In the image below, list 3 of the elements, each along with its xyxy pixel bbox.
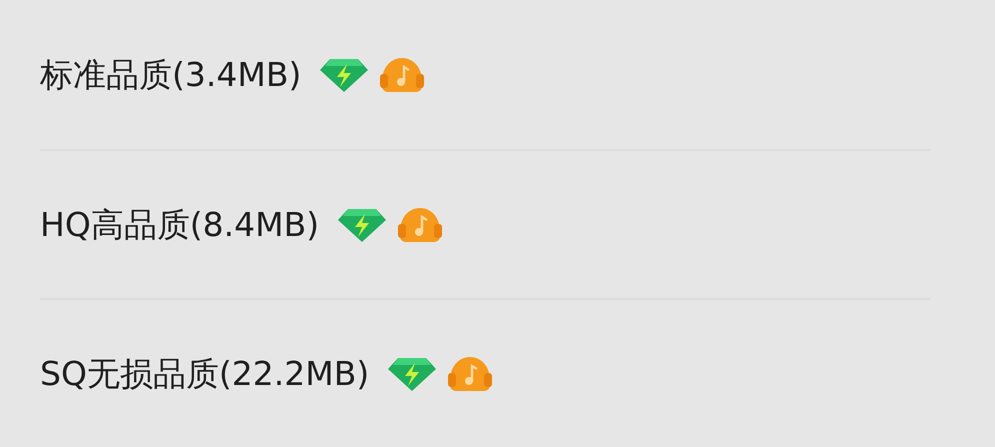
- quality-option[interactable]: HQ高品质(8.4MB): [40, 200, 320, 250]
- quality-option[interactable]: SQ无损品质(22.2MB): [40, 348, 370, 398]
- quality-option[interactable]: 标准品质(3.4MB): [40, 50, 302, 100]
